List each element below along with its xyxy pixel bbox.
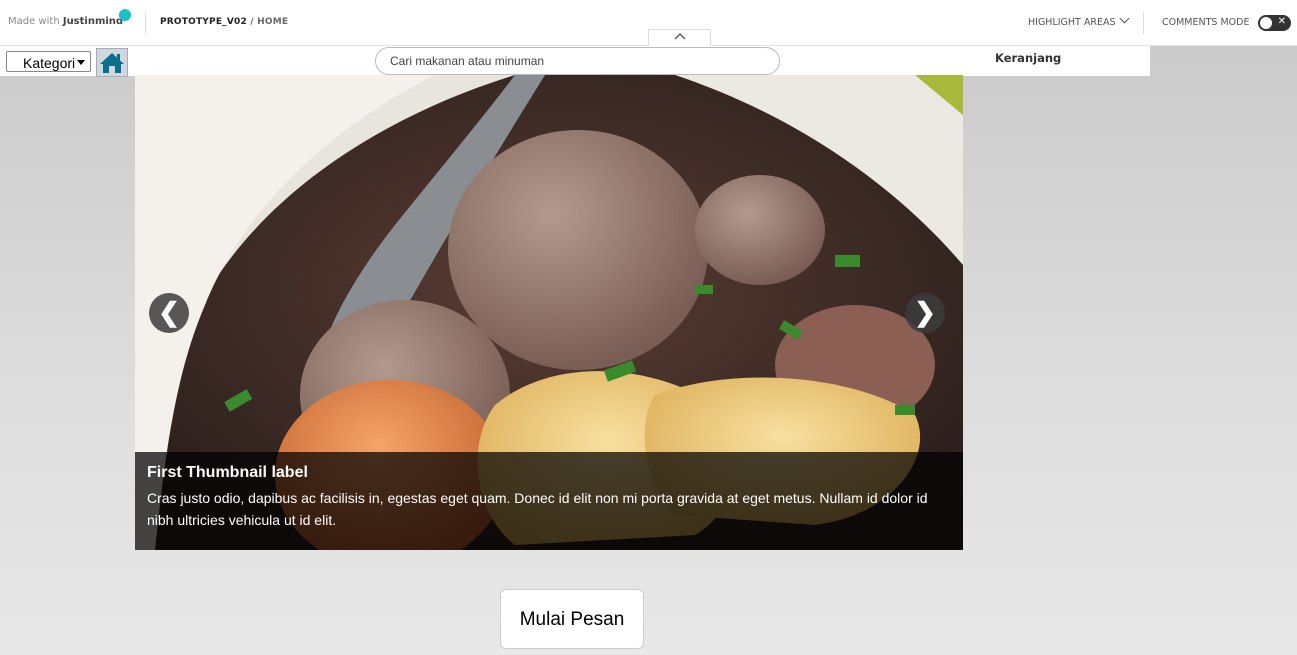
comments-mode-label: COMMENTS MODE <box>1162 17 1250 28</box>
made-with-logo[interactable]: Made with Justinmind <box>8 16 123 27</box>
caret-down-icon <box>77 60 85 65</box>
breadcrumb-project[interactable]: PROTOTYPE_V02 <box>160 17 247 27</box>
mulai-pesan-button[interactable]: Mulai Pesan <box>500 589 644 649</box>
prototype-viewer-bar: Made with Justinmind PROTOTYPE_V02 / HOM… <box>0 0 1297 46</box>
carousel-prev-button[interactable]: ❮ <box>149 293 189 333</box>
highlight-areas-label: HIGHLIGHT AREAS <box>1028 17 1116 28</box>
made-with-text: Made with <box>8 16 60 27</box>
kategori-dropdown[interactable]: Kategori <box>6 51 91 72</box>
chevron-down-icon <box>1119 13 1129 24</box>
collapse-bar-button[interactable] <box>648 29 711 46</box>
toggle-knob <box>1260 17 1272 29</box>
divider <box>145 12 146 34</box>
search-input[interactable]: Cari makanan atau minuman <box>375 47 780 75</box>
caption-title: First Thumbnail label <box>147 464 308 481</box>
highlight-areas-button[interactable]: HIGHLIGHT AREAS <box>1028 13 1129 28</box>
brand-name: Justinmind <box>62 16 124 27</box>
home-button[interactable] <box>96 48 128 77</box>
breadcrumb-separator: / <box>246 17 258 27</box>
kategori-label: Kategori <box>23 55 76 71</box>
caption-text: Cras justo odio, dapibus ac facilisis in… <box>147 490 928 528</box>
search-placeholder: Cari makanan atau minuman <box>390 54 545 68</box>
carousel-next-button[interactable]: ❯ <box>905 293 945 333</box>
breadcrumb-page: HOME <box>257 17 289 27</box>
chevron-up-icon <box>674 33 685 40</box>
divider <box>1143 12 1144 34</box>
home-icon <box>100 52 124 73</box>
carousel-caption: First Thumbnail label Cras justo odio, d… <box>135 452 963 550</box>
comments-mode-toggle[interactable]: ✕ <box>1258 15 1291 31</box>
brand-dot-icon <box>119 9 131 21</box>
breadcrumb: PROTOTYPE_V02 / HOME <box>160 17 288 27</box>
keranjang-link[interactable]: Keranjang <box>995 51 1061 65</box>
close-icon: ✕ <box>1277 16 1286 27</box>
image-carousel[interactable]: ❮ ❯ First Thumbnail label Cras justo odi… <box>135 75 963 550</box>
app-header: Kategori Cari makanan atau minuman Keran… <box>0 46 1150 77</box>
